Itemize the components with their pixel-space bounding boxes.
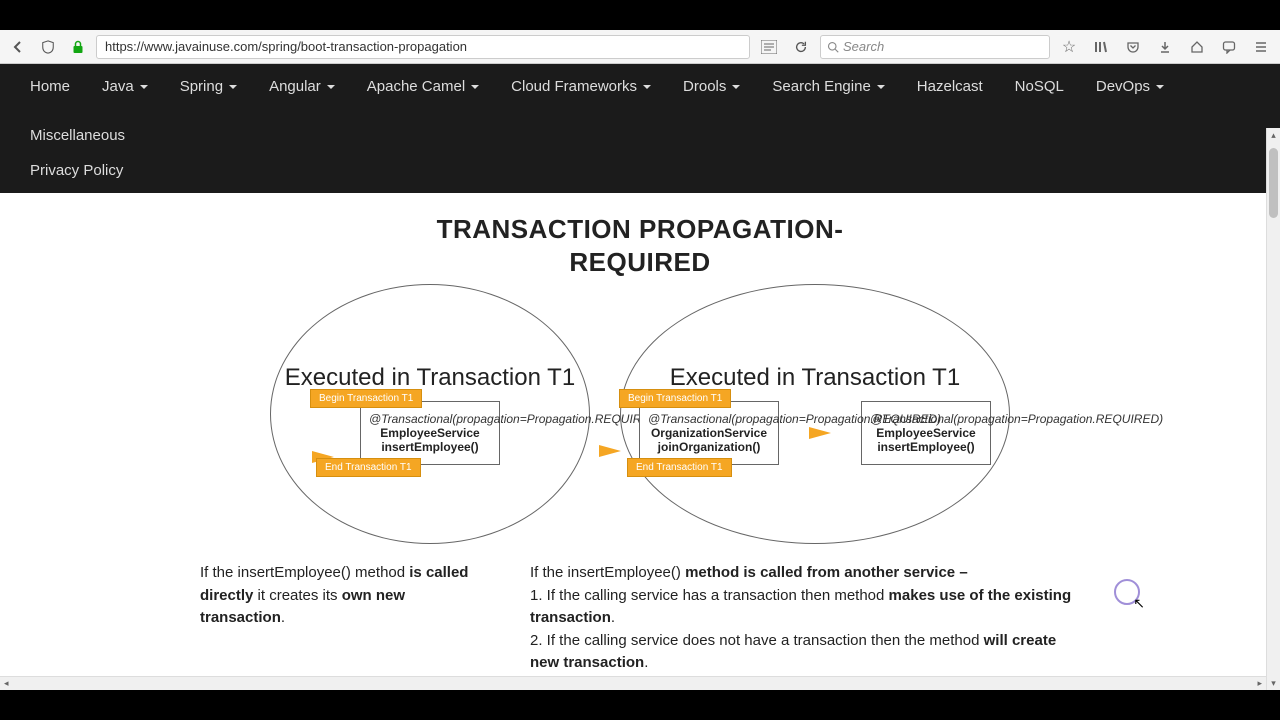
cursor-icon: ↖ — [1133, 595, 1145, 612]
chevron-down-icon — [732, 85, 740, 89]
diagram-title: TRANSACTION PROPAGATION- REQUIRED — [200, 213, 1080, 278]
organization-service-box: @Transactional(propagation=Propagation.R… — [639, 401, 779, 465]
diagram-row: Executed in Transaction T1 Begin Transac… — [200, 284, 1080, 544]
employee-service-box: @Transactional(propagation=Propagation.R… — [360, 401, 500, 465]
downloads-icon[interactable] — [1152, 35, 1178, 59]
arrow-icon — [599, 445, 621, 457]
reader-mode-icon[interactable] — [756, 35, 782, 59]
browser-toolbar: https://www.javainuse.com/spring/boot-tr… — [0, 30, 1280, 64]
back-button[interactable] — [6, 35, 30, 59]
end-tx-tag: End Transaction T1 — [316, 458, 421, 477]
chevron-down-icon — [643, 85, 651, 89]
diagram-ellipse-left: Executed in Transaction T1 Begin Transac… — [270, 284, 590, 544]
nav-angular[interactable]: Angular — [255, 64, 349, 109]
scroll-right-arrow[interactable]: ▸ — [1257, 678, 1262, 689]
url-bar[interactable]: https://www.javainuse.com/spring/boot-tr… — [96, 35, 750, 59]
search-icon — [827, 41, 839, 53]
url-text: https://www.javainuse.com/spring/boot-tr… — [105, 39, 467, 54]
chevron-down-icon — [877, 85, 885, 89]
site-nav: Home Java Spring Angular Apache Camel Cl… — [0, 64, 1280, 193]
scroll-down-arrow[interactable]: ▾ — [1267, 676, 1280, 690]
bookmark-star-icon[interactable]: ☆ — [1056, 35, 1082, 59]
lock-icon — [66, 35, 90, 59]
menu-icon[interactable] — [1248, 35, 1274, 59]
nav-hazelcast[interactable]: Hazelcast — [903, 64, 997, 109]
search-placeholder: Search — [843, 39, 884, 54]
pocket-icon[interactable] — [1120, 35, 1146, 59]
begin-tx-tag: Begin Transaction T1 — [619, 389, 731, 408]
nav-home[interactable]: Home — [16, 64, 84, 109]
nav-spring[interactable]: Spring — [166, 64, 251, 109]
nav-cloud-frameworks[interactable]: Cloud Frameworks — [497, 64, 665, 109]
chevron-down-icon — [229, 85, 237, 89]
shield-icon[interactable] — [36, 35, 60, 59]
end-tx-tag: End Transaction T1 — [627, 458, 732, 477]
horizontal-scrollbar[interactable]: ◂ ▸ — [0, 676, 1266, 690]
scroll-left-arrow[interactable]: ◂ — [4, 678, 9, 689]
nav-search-engine[interactable]: Search Engine — [758, 64, 898, 109]
article-content: TRANSACTION PROPAGATION- REQUIRED Execut… — [0, 193, 1280, 720]
home-icon[interactable] — [1184, 35, 1210, 59]
nav-privacy-policy[interactable]: Privacy Policy — [16, 162, 1264, 193]
search-box[interactable]: Search — [820, 35, 1050, 59]
nav-miscellaneous[interactable]: Miscellaneous — [16, 113, 139, 158]
chat-icon[interactable] — [1216, 35, 1242, 59]
diagram-ellipse-right: Executed in Transaction T1 Begin Transac… — [620, 284, 1010, 544]
nav-java[interactable]: Java — [88, 64, 162, 109]
library-icon[interactable] — [1088, 35, 1114, 59]
nav-drools[interactable]: Drools — [669, 64, 754, 109]
begin-tx-tag: Begin Transaction T1 — [310, 389, 422, 408]
chevron-down-icon — [471, 85, 479, 89]
scroll-thumb[interactable] — [1269, 148, 1278, 218]
chevron-down-icon — [327, 85, 335, 89]
scroll-up-arrow[interactable]: ▴ — [1267, 128, 1280, 142]
nav-devops[interactable]: DevOps — [1082, 64, 1178, 109]
vertical-scrollbar[interactable]: ▴ ▾ — [1266, 128, 1280, 690]
nav-apache-camel[interactable]: Apache Camel — [353, 64, 493, 109]
employee-service-box-2: @Transactional(propagation=Propagation.R… — [861, 401, 991, 465]
reload-button[interactable] — [788, 35, 814, 59]
chevron-down-icon — [1156, 85, 1164, 89]
nav-nosql[interactable]: NoSQL — [1001, 64, 1078, 109]
arrow-icon — [809, 427, 831, 439]
chevron-down-icon — [140, 85, 148, 89]
